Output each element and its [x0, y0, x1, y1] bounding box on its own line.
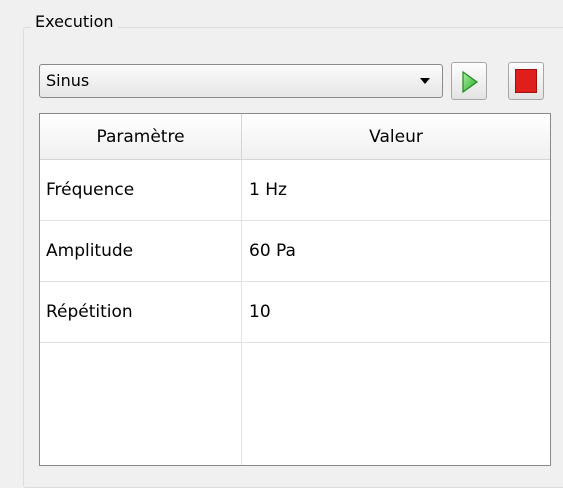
parameter-cell[interactable]: Amplitude [40, 221, 242, 281]
value-cell[interactable]: 1 Hz [242, 160, 550, 220]
chevron-down-icon[interactable] [420, 78, 430, 84]
play-icon [462, 71, 479, 93]
stop-icon [515, 69, 537, 93]
table-row[interactable]: Répétition 10 [40, 282, 550, 343]
table-row[interactable]: Fréquence 1 Hz [40, 160, 550, 221]
stop-button[interactable] [508, 62, 544, 100]
value-cell[interactable]: 10 [242, 282, 550, 342]
play-button[interactable] [451, 62, 487, 100]
column-header-value[interactable]: Valeur [242, 114, 550, 160]
combobox-selected-value: Sinus [46, 71, 90, 90]
parameter-cell[interactable]: Fréquence [40, 160, 242, 220]
parameter-cell[interactable]: Répétition [40, 282, 242, 342]
table-row[interactable]: Amplitude 60 Pa [40, 221, 550, 282]
signal-type-combobox[interactable]: Sinus [39, 64, 443, 98]
parameters-table: Paramètre Valeur Fréquence 1 Hz Amplitud… [39, 113, 551, 466]
column-divider [241, 343, 242, 465]
value-cell[interactable]: 60 Pa [242, 221, 550, 281]
table-header: Paramètre Valeur [40, 114, 550, 160]
column-header-parameter[interactable]: Paramètre [40, 114, 242, 160]
groupbox-title: Execution [31, 11, 118, 33]
